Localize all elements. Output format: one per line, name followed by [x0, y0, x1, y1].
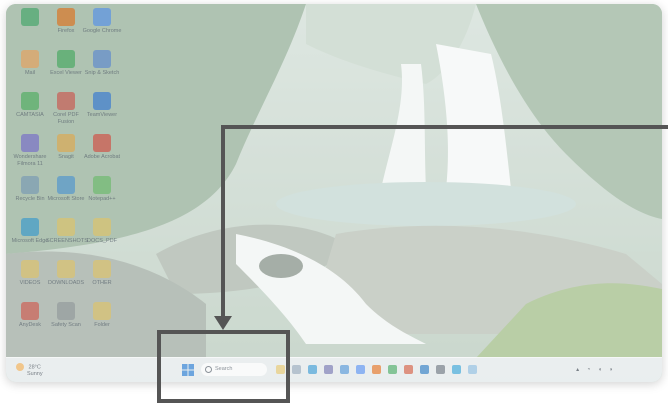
search-highlight-box [157, 330, 290, 403]
callout-arrow [214, 125, 668, 330]
